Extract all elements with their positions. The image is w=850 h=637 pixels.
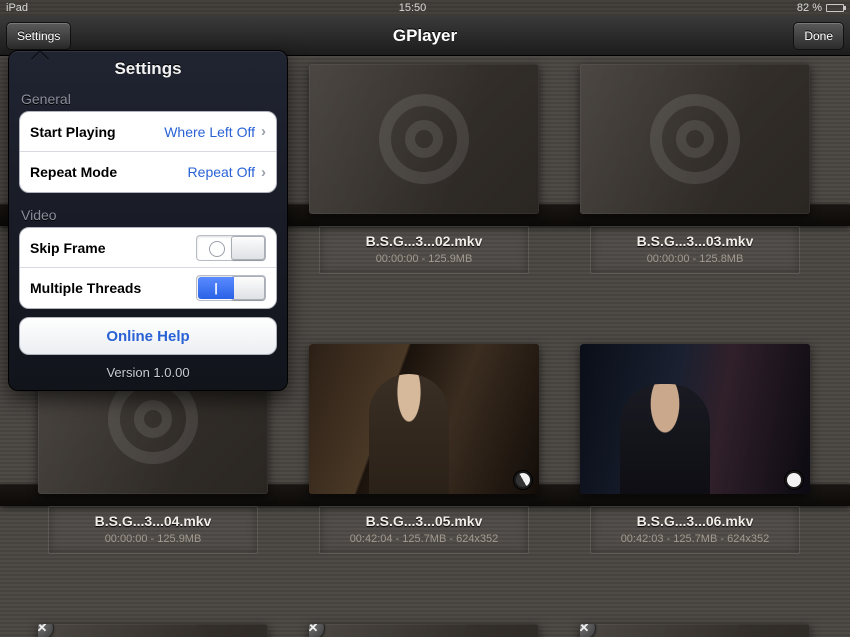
- toggle-on-indicator: |: [198, 277, 234, 299]
- row-multiple-threads: Multiple Threads |: [20, 268, 276, 308]
- video-item[interactable]: ✕ B.S.G...3...06.mkv 00:42:03 - 125.7MB …: [572, 344, 818, 504]
- toggle-knob: [231, 276, 265, 300]
- video-item[interactable]: B.S.G...3...03.mkv 00:00:00 - 125.8MB: [572, 64, 818, 224]
- video-item[interactable]: ✕ B.S.G...3...05.mkv 00:42:04 - 125.7MB …: [301, 344, 547, 504]
- progress-icon: [784, 470, 804, 490]
- video-filename: B.S.G...3...05.mkv: [324, 513, 524, 529]
- clock: 15:50: [399, 2, 427, 14]
- multiple-threads-label: Multiple Threads: [30, 280, 141, 296]
- status-right: 82 %: [797, 2, 844, 14]
- toggle-knob: [231, 236, 265, 260]
- video-thumbnail[interactable]: ✕: [38, 624, 268, 637]
- battery-pct: 82 %: [797, 2, 822, 14]
- video-meta: 00:42:04 - 125.7MB - 624x352: [324, 533, 524, 545]
- start-playing-label: Start Playing: [30, 124, 116, 140]
- video-label: B.S.G...3...02.mkv 00:00:00 - 125.9MB: [319, 226, 529, 274]
- group-video: Skip Frame Multiple Threads |: [19, 227, 277, 309]
- video-meta: 00:42:03 - 125.7MB - 624x352: [595, 533, 795, 545]
- row-skip-frame: Skip Frame: [20, 228, 276, 268]
- chevron-right-icon: ›: [261, 123, 266, 140]
- section-general-label: General: [9, 85, 287, 109]
- progress-icon: [513, 470, 533, 490]
- video-meta: 00:00:00 - 125.8MB: [595, 253, 795, 265]
- repeat-mode-label: Repeat Mode: [30, 164, 117, 180]
- video-thumbnail[interactable]: ✕: [580, 344, 810, 494]
- video-filename: B.S.G...3...03.mkv: [595, 233, 795, 249]
- video-filename: B.S.G...3...04.mkv: [53, 513, 253, 529]
- video-item[interactable]: ✕: [301, 624, 547, 637]
- status-bar: iPad 15:50 82 %: [0, 0, 850, 16]
- video-thumbnail[interactable]: [580, 64, 810, 214]
- video-item[interactable]: B.S.G...3...02.mkv 00:00:00 - 125.9MB: [301, 64, 547, 224]
- multiple-threads-toggle[interactable]: |: [196, 275, 266, 301]
- video-label: B.S.G...3...05.mkv 00:42:04 - 125.7MB - …: [319, 506, 529, 554]
- video-label: B.S.G...3...03.mkv 00:00:00 - 125.8MB: [590, 226, 800, 274]
- video-thumbnail[interactable]: ✕: [580, 624, 810, 637]
- video-filename: B.S.G...3...06.mkv: [595, 513, 795, 529]
- group-general: Start Playing Where Left Off › Repeat Mo…: [19, 111, 277, 193]
- skip-frame-toggle[interactable]: [196, 235, 266, 261]
- chevron-right-icon: ›: [261, 164, 266, 181]
- video-meta: 00:00:00 - 125.9MB: [53, 533, 253, 545]
- popover-title: Settings: [9, 51, 287, 85]
- settings-button[interactable]: Settings: [6, 22, 71, 50]
- video-thumbnail[interactable]: ✕: [309, 344, 539, 494]
- row-start-playing[interactable]: Start Playing Where Left Off ›: [20, 112, 276, 152]
- shelf-row: ✕ ✕ ✕: [30, 624, 820, 637]
- video-filename: B.S.G...3...02.mkv: [324, 233, 524, 249]
- online-help-button[interactable]: Online Help: [19, 317, 277, 355]
- video-label: B.S.G...3...04.mkv 00:00:00 - 125.9MB: [48, 506, 258, 554]
- version-label: Version 1.0.00: [9, 361, 287, 390]
- video-thumbnail[interactable]: [309, 64, 539, 214]
- done-button[interactable]: Done: [793, 22, 844, 50]
- video-item[interactable]: ✕: [30, 624, 276, 637]
- skip-frame-label: Skip Frame: [30, 240, 105, 256]
- video-item[interactable]: ✕: [572, 624, 818, 637]
- video-thumbnail[interactable]: ✕: [309, 624, 539, 637]
- video-label: B.S.G...3...06.mkv 00:42:03 - 125.7MB - …: [590, 506, 800, 554]
- repeat-mode-value: Repeat Off ›: [188, 164, 266, 181]
- section-video-label: Video: [9, 201, 287, 225]
- battery-icon: [826, 4, 844, 12]
- video-meta: 00:00:00 - 125.9MB: [324, 253, 524, 265]
- start-playing-value: Where Left Off ›: [164, 123, 266, 140]
- device-label: iPad: [6, 2, 28, 14]
- settings-popover: Settings General Start Playing Where Lef…: [8, 50, 288, 391]
- row-repeat-mode[interactable]: Repeat Mode Repeat Off ›: [20, 152, 276, 192]
- app-title: GPlayer: [393, 26, 457, 46]
